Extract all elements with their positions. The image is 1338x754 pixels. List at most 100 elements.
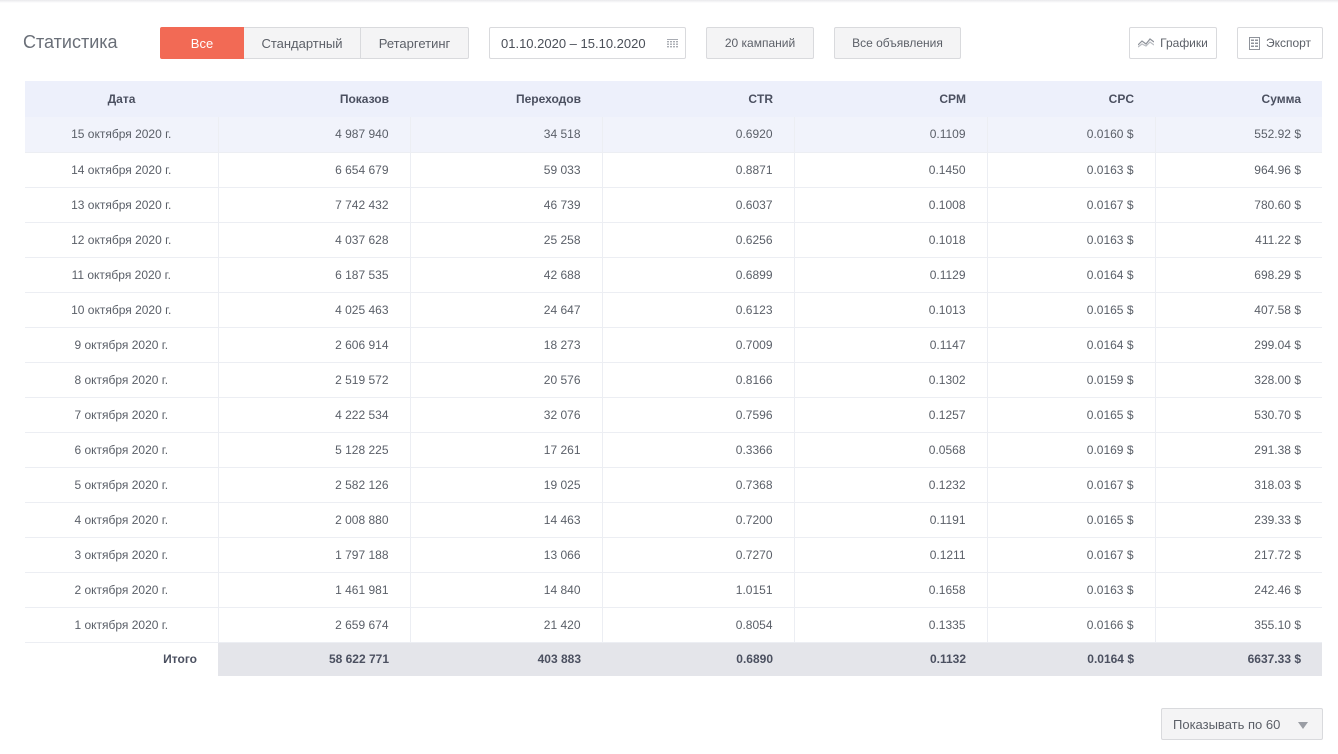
- table-row[interactable]: 12 октября 2020 г. 4 037 628 25 258 0.6256 0…: [25, 222, 1322, 258]
- cell-sum: 242.46 $: [1154, 572, 1322, 608]
- table-row[interactable]: 14 октября 2020 г. 6 654 679 59 033 0.8871 0…: [25, 152, 1322, 188]
- table-row[interactable]: 8 октября 2020 г. 2 519 572 20 576 0.8166 0.…: [25, 362, 1322, 398]
- column-header-cpc[interactable]: CPC: [987, 81, 1155, 117]
- cell-date: 5 октября 2020 г.: [25, 467, 218, 503]
- cell-cpm: 0.1013: [793, 292, 987, 328]
- cell-cpc: 0.0165 $: [986, 397, 1155, 433]
- cell-impressions: 1 797 188: [217, 537, 410, 573]
- cell-clicks: 19 025: [409, 467, 602, 503]
- cell-date: 3 октября 2020 г.: [25, 537, 218, 573]
- cell-cpc: 0.0164 $: [986, 327, 1155, 363]
- total-clicks: 403 883: [410, 642, 602, 676]
- cell-clicks: 34 518: [409, 117, 602, 153]
- cell-date: 9 октября 2020 г.: [25, 327, 218, 363]
- table-row[interactable]: 2 октября 2020 г. 1 461 981 14 840 1.0151 0.…: [25, 572, 1322, 608]
- column-header-cpm[interactable]: CPM: [794, 81, 987, 117]
- cell-clicks: 18 273: [409, 327, 602, 363]
- cell-impressions: 4 222 534: [217, 397, 410, 433]
- column-header-sum[interactable]: Сумма: [1155, 81, 1322, 117]
- ads-filter-button[interactable]: Все объявления: [834, 27, 961, 59]
- cell-sum: 698.29 $: [1154, 257, 1322, 293]
- cell-impressions: 6 654 679: [217, 152, 410, 188]
- charts-button-label: Графики: [1160, 36, 1208, 50]
- segment-standard[interactable]: Стандартный: [244, 27, 361, 59]
- cell-sum: 291.38 $: [1154, 432, 1322, 468]
- cell-cpm: 0.1658: [793, 572, 987, 608]
- cell-cpc: 0.0163 $: [986, 222, 1155, 258]
- column-header-clicks[interactable]: Переходов: [410, 81, 602, 117]
- cell-sum: 407.58 $: [1154, 292, 1322, 328]
- cell-cpm: 0.1211: [793, 537, 987, 573]
- column-header-date[interactable]: Дата: [25, 81, 218, 117]
- caret-down-icon: [1298, 722, 1308, 729]
- date-range-value: 01.10.2020 – 15.10.2020: [501, 35, 646, 51]
- cell-date: 12 октября 2020 г.: [25, 222, 218, 258]
- cell-impressions: 1 461 981: [217, 572, 410, 608]
- total-ctr: 0.6890: [602, 642, 794, 676]
- cell-cpc: 0.0159 $: [986, 362, 1155, 398]
- cell-ctr: 0.7270: [601, 537, 794, 573]
- table-header-row: Дата Показов Переходов CTR CPM CPC Сумма: [25, 81, 1322, 117]
- table-row[interactable]: 3 октября 2020 г. 1 797 188 13 066 0.7270 0.…: [25, 537, 1322, 573]
- cell-date: 14 октября 2020 г.: [25, 152, 218, 188]
- cell-ctr: 0.6123: [601, 292, 794, 328]
- campaigns-filter-button[interactable]: 20 кампаний: [706, 27, 814, 59]
- line-chart-icon: [1138, 38, 1155, 48]
- spreadsheet-icon: [1248, 36, 1260, 50]
- table-row[interactable]: 1 октября 2020 г. 2 659 674 21 420 0.8054 0.…: [25, 607, 1322, 643]
- table-row[interactable]: 6 октября 2020 г. 5 128 225 17 261 0.3366 0.…: [25, 432, 1322, 468]
- table-row[interactable]: 11 октября 2020 г. 6 187 535 42 688 0.6899 0…: [25, 257, 1322, 293]
- cell-ctr: 0.8054: [601, 607, 794, 643]
- total-sum: 6637.33 $: [1155, 642, 1322, 676]
- cell-impressions: 4 037 628: [217, 222, 410, 258]
- cell-cpm: 0.1147: [793, 327, 987, 363]
- cell-date: 1 октября 2020 г.: [25, 607, 218, 643]
- charts-button[interactable]: Графики: [1129, 27, 1217, 59]
- cell-sum: 239.33 $: [1154, 502, 1322, 538]
- column-header-ctr[interactable]: CTR: [602, 81, 794, 117]
- date-range-input[interactable]: 01.10.2020 – 15.10.2020: [489, 27, 686, 59]
- cell-cpc: 0.0163 $: [986, 572, 1155, 608]
- cell-cpc: 0.0169 $: [986, 432, 1155, 468]
- total-cpc: 0.0164 $: [987, 642, 1155, 676]
- cell-ctr: 1.0151: [601, 572, 794, 608]
- cell-clicks: 13 066: [409, 537, 602, 573]
- table-row[interactable]: 7 октября 2020 г. 4 222 534 32 076 0.7596 0.…: [25, 397, 1322, 433]
- cell-impressions: 5 128 225: [217, 432, 410, 468]
- table-row[interactable]: 4 октября 2020 г. 2 008 880 14 463 0.7200 0.…: [25, 502, 1322, 538]
- cell-ctr: 0.6256: [601, 222, 794, 258]
- cell-impressions: 4 025 463: [217, 292, 410, 328]
- cell-clicks: 24 647: [409, 292, 602, 328]
- table-row[interactable]: 13 октября 2020 г. 7 742 432 46 739 0.6037 0…: [25, 187, 1322, 223]
- cell-clicks: 21 420: [409, 607, 602, 643]
- statistics-table: Дата Показов Переходов CTR CPM CPC Сумма…: [25, 81, 1322, 676]
- campaign-type-filter: Все Стандартный Ретаргетинг: [160, 27, 469, 59]
- cell-sum: 530.70 $: [1154, 397, 1322, 433]
- segment-all[interactable]: Все: [160, 27, 244, 59]
- cell-sum: 217.72 $: [1154, 537, 1322, 573]
- export-button[interactable]: Экспорт: [1237, 27, 1323, 59]
- column-header-impressions[interactable]: Показов: [218, 81, 410, 117]
- segment-retargeting[interactable]: Ретаргетинг: [361, 27, 469, 59]
- cell-cpc: 0.0167 $: [986, 467, 1155, 503]
- cell-cpc: 0.0167 $: [986, 187, 1155, 223]
- cell-cpm: 0.1257: [793, 397, 987, 433]
- cell-clicks: 14 840: [409, 572, 602, 608]
- calendar-icon[interactable]: [667, 39, 678, 48]
- cell-impressions: 4 987 940: [217, 117, 410, 153]
- table-row[interactable]: 5 октября 2020 г. 2 582 126 19 025 0.7368 0.…: [25, 467, 1322, 503]
- cell-ctr: 0.6920: [601, 117, 794, 153]
- cell-clicks: 25 258: [409, 222, 602, 258]
- table-row[interactable]: 9 октября 2020 г. 2 606 914 18 273 0.7009 0.…: [25, 327, 1322, 363]
- per-page-select[interactable]: Показывать по 60: [1161, 708, 1323, 740]
- cell-ctr: 0.7368: [601, 467, 794, 503]
- cell-sum: 355.10 $: [1154, 607, 1322, 643]
- cell-cpm: 0.1109: [793, 117, 987, 153]
- cell-cpc: 0.0166 $: [986, 607, 1155, 643]
- table-row[interactable]: 15 октября 2020 г. 4 987 940 34 518 0.6920 0…: [25, 117, 1322, 153]
- cell-impressions: 2 519 572: [217, 362, 410, 398]
- cell-clicks: 42 688: [409, 257, 602, 293]
- cell-ctr: 0.7596: [601, 397, 794, 433]
- cell-impressions: 2 659 674: [217, 607, 410, 643]
- table-row[interactable]: 10 октября 2020 г. 4 025 463 24 647 0.6123 0…: [25, 292, 1322, 328]
